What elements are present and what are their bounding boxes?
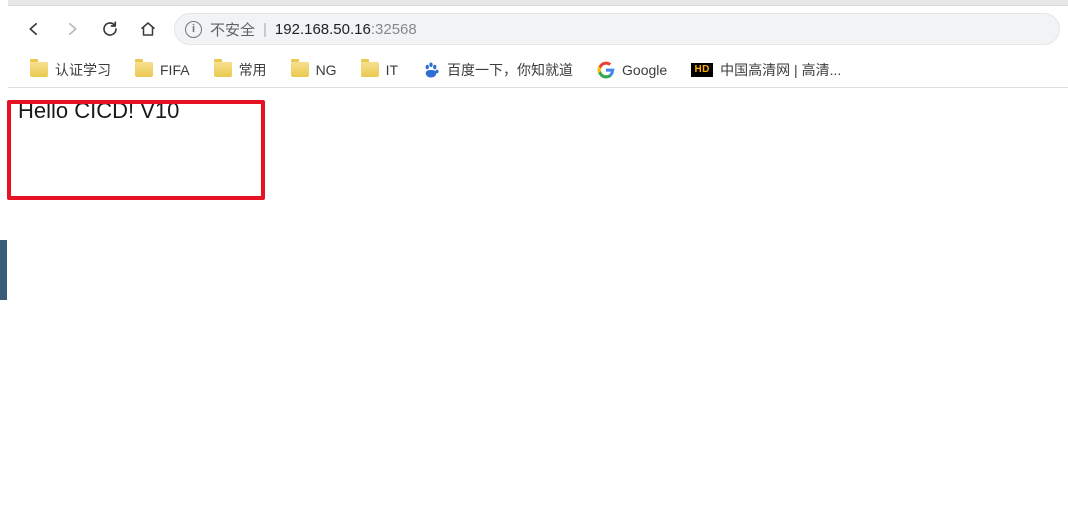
bookmark-label: 常用 — [239, 60, 267, 80]
baidu-icon — [422, 61, 440, 79]
home-button[interactable] — [130, 12, 166, 46]
bookmark-link-google[interactable]: Google — [587, 56, 677, 84]
bookmarks-bar: 认证学习 FIFA 常用 NG IT 百度一下，你知就道 G — [8, 52, 1068, 88]
bookmark-folder[interactable]: 认证学习 — [20, 56, 121, 84]
folder-icon — [30, 62, 48, 77]
security-label: 不安全 — [210, 19, 255, 40]
url-text: 192.168.50.16:32568 — [275, 21, 417, 38]
folder-icon — [135, 62, 153, 77]
address-bar[interactable]: i 不安全 | 192.168.50.16:32568 — [174, 13, 1060, 45]
hd-icon: HD — [691, 63, 713, 77]
bookmark-label: Google — [622, 62, 667, 78]
google-icon — [597, 61, 615, 79]
page-body-text: Hello CICD! V10 — [18, 98, 179, 123]
bookmark-folder[interactable]: FIFA — [125, 56, 200, 84]
back-button[interactable] — [16, 12, 52, 46]
reload-button[interactable] — [92, 12, 128, 46]
bookmark-label: 认证学习 — [55, 60, 111, 80]
bookmark-link-hd[interactable]: HD 中国高清网 | 高清... — [681, 56, 851, 84]
folder-icon — [291, 62, 309, 77]
bookmark-label: NG — [316, 62, 337, 78]
browser-chrome: i 不安全 | 192.168.50.16:32568 认证学习 FIFA 常用… — [8, 0, 1068, 88]
page-content: Hello CICD! V10 — [8, 90, 1068, 528]
folder-icon — [214, 62, 232, 77]
bookmark-link-baidu[interactable]: 百度一下，你知就道 — [412, 56, 583, 84]
bookmark-label: 百度一下，你知就道 — [447, 60, 573, 80]
bookmark-folder[interactable]: 常用 — [204, 56, 277, 84]
bookmark-label: 中国高清网 | 高清... — [720, 60, 841, 80]
separator: | — [263, 21, 267, 38]
url-port: :32568 — [371, 21, 417, 38]
folder-icon — [361, 62, 379, 77]
url-host: 192.168.50.16 — [275, 21, 371, 38]
bookmark-folder[interactable]: IT — [351, 56, 408, 84]
bookmark-folder[interactable]: NG — [281, 56, 347, 84]
nav-toolbar: i 不安全 | 192.168.50.16:32568 — [8, 6, 1068, 52]
forward-button[interactable] — [54, 12, 90, 46]
bookmark-label: FIFA — [160, 62, 190, 78]
window-edge-strip — [0, 0, 8, 528]
site-info-icon[interactable]: i — [185, 21, 202, 38]
bookmark-label: IT — [386, 62, 398, 78]
